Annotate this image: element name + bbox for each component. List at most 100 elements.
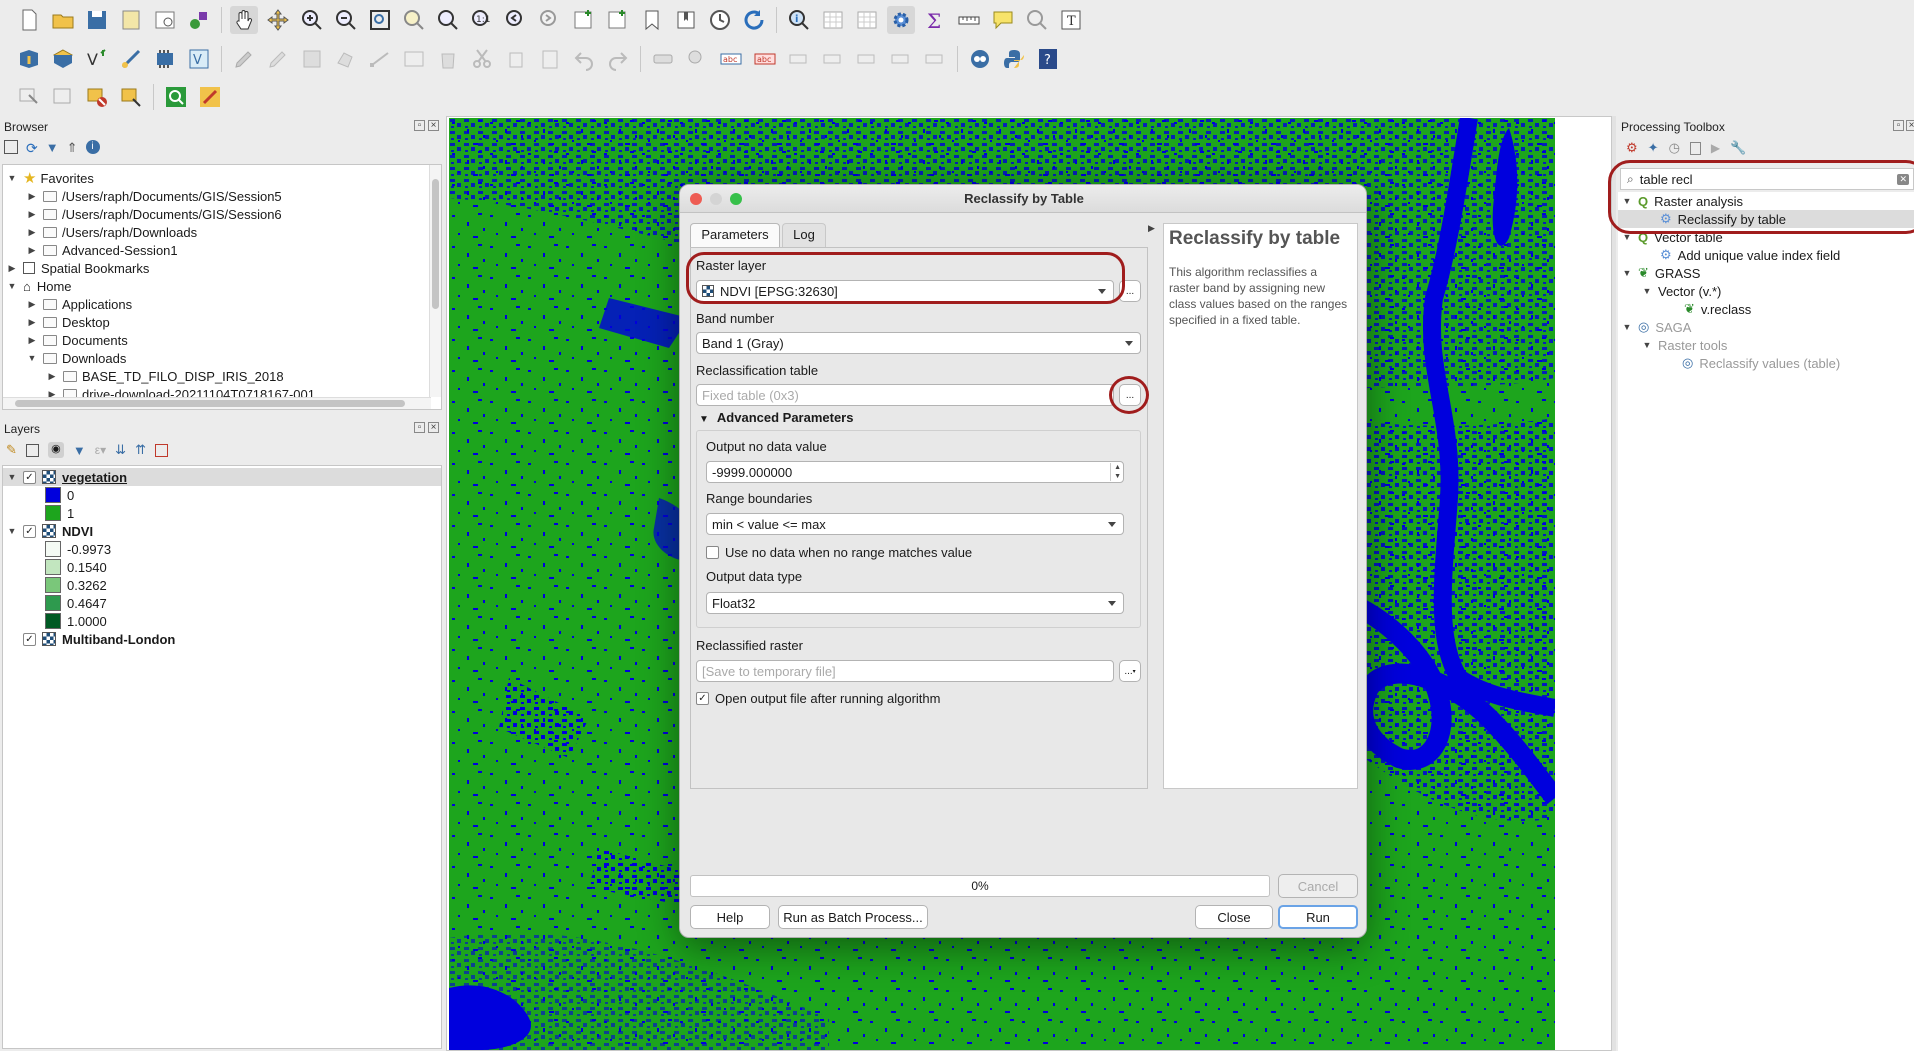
reclass-table-field[interactable]: Fixed table (0x3): [696, 384, 1114, 406]
expand-arrow-icon[interactable]: ▶: [27, 335, 37, 346]
add-selected-layers-icon[interactable]: [4, 140, 18, 154]
tree-item-home[interactable]: ▼ ⌂ Home: [7, 277, 72, 295]
select-by-value-icon[interactable]: [49, 83, 77, 111]
modify-attributes-icon[interactable]: [400, 45, 428, 73]
zoom-full-icon[interactable]: [366, 6, 394, 34]
run-button[interactable]: Run: [1278, 905, 1358, 929]
zoom-to-layer-icon[interactable]: [434, 6, 462, 34]
help-button[interactable]: Help: [690, 905, 770, 929]
refresh-icon[interactable]: ⟳: [26, 140, 38, 157]
expand-arrow-icon[interactable]: ▶: [47, 371, 57, 382]
properties-icon[interactable]: i: [85, 140, 100, 154]
zoom-last-icon[interactable]: [502, 6, 530, 34]
collapse-arrow-icon[interactable]: ▼: [27, 353, 37, 363]
undo-icon[interactable]: [570, 45, 598, 73]
expand-arrow-icon[interactable]: ▶: [27, 299, 37, 310]
tree-item-folder[interactable]: ▶/Users/raph/Documents/GIS/Session5: [27, 187, 282, 205]
results-viewer-icon[interactable]: [1689, 141, 1701, 155]
filter-legend-icon[interactable]: ▼: [73, 443, 86, 458]
reclassified-raster-browse-button[interactable]: ... ▾: [1119, 660, 1141, 682]
collapse-all-icon[interactable]: ⇈: [135, 442, 146, 458]
statistical-summary-icon[interactable]: [853, 6, 881, 34]
spinner-arrows-icon[interactable]: ▲ ▼: [1110, 463, 1121, 481]
copy-features-icon[interactable]: [502, 45, 530, 73]
collapse-arrow-icon[interactable]: ▼: [1622, 322, 1632, 332]
select-by-location-icon[interactable]: [1023, 6, 1051, 34]
zoom-native-icon[interactable]: 1:1: [468, 6, 496, 34]
tree-item-folder[interactable]: ▶/Users/raph/Documents/GIS/Session6: [27, 205, 282, 223]
zoom-to-selection-icon[interactable]: [400, 6, 428, 34]
models-icon[interactable]: ⚙: [1626, 140, 1638, 156]
save-edits-icon[interactable]: [298, 45, 326, 73]
zoom-out-icon[interactable]: [332, 6, 360, 34]
open-project-icon[interactable]: [49, 6, 77, 34]
pin-labels-icon[interactable]: [785, 45, 813, 73]
band-number-select[interactable]: Band 1 (Gray): [696, 332, 1141, 354]
rotate-label-icon[interactable]: [887, 45, 915, 73]
current-edits-icon[interactable]: [230, 45, 258, 73]
new-memory-layer-icon[interactable]: [151, 45, 179, 73]
tree-item-folder[interactable]: ▼ Downloads: [27, 349, 127, 367]
splitter-arrow-icon[interactable]: ▶: [1148, 223, 1155, 234]
manage-themes-icon[interactable]: ◉: [47, 442, 64, 458]
expand-arrow-icon[interactable]: ▶: [7, 263, 17, 274]
tree-item-folder[interactable]: ▶ Desktop: [27, 313, 110, 331]
pan-map-icon[interactable]: [230, 6, 258, 34]
move-label-icon[interactable]: [853, 45, 881, 73]
python-console-icon[interactable]: [1000, 45, 1028, 73]
run-as-batch-button[interactable]: Run as Batch Process...: [778, 905, 928, 929]
show-bookmarks-icon[interactable]: [672, 6, 700, 34]
tree-item-favorites[interactable]: ▼ ★ Favorites: [7, 169, 94, 187]
temporal-controller-icon[interactable]: [706, 6, 734, 34]
map-canvas-splitter[interactable]: [1612, 116, 1616, 1051]
field-calculator-icon[interactable]: Σ: [921, 6, 949, 34]
new-geopackage-layer-icon[interactable]: [49, 45, 77, 73]
open-output-checkbox[interactable]: ✓: [696, 692, 709, 705]
tree-item-spatial-bookmarks[interactable]: ▶ Spatial Bookmarks: [7, 259, 150, 277]
new-3d-map-icon[interactable]: [604, 6, 632, 34]
layer-labeling-icon[interactable]: [683, 45, 711, 73]
layer-item[interactable]: ✓ Multiband-London: [17, 630, 175, 648]
processing-toolbox-icon[interactable]: [887, 6, 915, 34]
scrollbar-thumb[interactable]: [432, 179, 439, 309]
collapse-arrow-icon[interactable]: ▼: [1642, 340, 1652, 350]
paste-features-icon[interactable]: [536, 45, 564, 73]
vertex-tool-icon[interactable]: [366, 45, 394, 73]
tree-item-provider[interactable]: ▼ ◎ SAGA: [1622, 318, 1692, 336]
new-project-icon[interactable]: [15, 6, 43, 34]
collapse-arrow-icon[interactable]: ▼: [7, 526, 17, 536]
collapse-arrow-icon[interactable]: ▼: [7, 173, 17, 183]
layer-styling-icon[interactable]: ✎: [6, 442, 17, 458]
style-manager-icon[interactable]: [185, 6, 213, 34]
filter-by-expression-icon[interactable]: ε▾: [95, 443, 106, 457]
layer-visibility-checkbox[interactable]: ✓: [23, 632, 36, 646]
output-data-type-select[interactable]: Float32: [706, 592, 1124, 614]
tree-item-folder[interactable]: ▶ Documents: [27, 331, 128, 349]
zoom-in-icon[interactable]: [298, 6, 326, 34]
measure-line-icon[interactable]: [955, 6, 983, 34]
text-annotation-icon[interactable]: T: [1057, 6, 1085, 34]
delete-selected-icon[interactable]: [434, 45, 462, 73]
map-tips-icon[interactable]: [989, 6, 1017, 34]
tree-item-folder[interactable]: ▶ Advanced-Session1: [27, 241, 178, 259]
nodata-spinbox[interactable]: -9999.000000 ▲ ▼: [706, 461, 1124, 483]
tree-item-algorithm[interactable]: ⚙ Add unique value index field: [1660, 246, 1840, 264]
expand-all-icon[interactable]: ⇊: [115, 442, 126, 458]
toolbox-float-button[interactable]: ▫: [1893, 120, 1904, 131]
zoom-next-icon[interactable]: [536, 6, 564, 34]
identify-features-icon[interactable]: i: [785, 6, 813, 34]
browser-horizontal-scrollbar[interactable]: [3, 397, 431, 409]
save-project-icon[interactable]: [83, 6, 111, 34]
browser-float-button[interactable]: ▫: [414, 120, 425, 131]
quick-osm-icon[interactable]: [196, 83, 224, 111]
new-virtual-layer-icon[interactable]: V: [185, 45, 213, 73]
browser-close-button[interactable]: ×: [428, 120, 439, 131]
expand-arrow-icon[interactable]: ▶: [27, 209, 37, 220]
label-toolbar-icon[interactable]: [649, 45, 677, 73]
options-icon[interactable]: 🔧: [1730, 140, 1746, 156]
browser-vertical-scrollbar[interactable]: [429, 165, 441, 397]
tree-item-folder[interactable]: ▶ Applications: [27, 295, 133, 313]
history-icon[interactable]: ◷: [1669, 140, 1680, 156]
tree-item-folder[interactable]: ▶/Users/raph/Downloads: [27, 223, 198, 241]
abc-diagram-icon[interactable]: abc: [751, 45, 779, 73]
